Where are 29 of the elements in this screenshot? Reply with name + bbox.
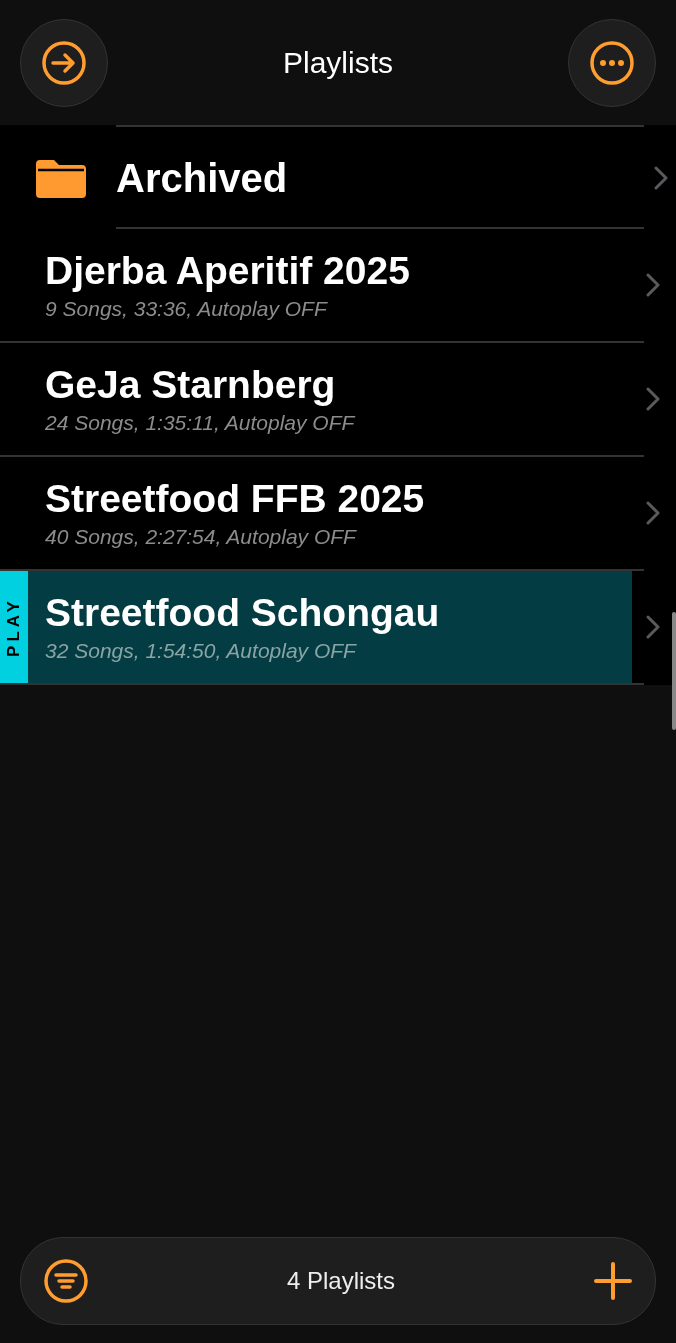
- add-icon: [593, 1261, 633, 1301]
- playlist-row[interactable]: GeJa Starnberg 24 Songs, 1:35:11, Autoplay OFF: [0, 343, 644, 455]
- playlist-name: Streetfood Schongau: [45, 591, 440, 635]
- playlist-name: Streetfood FFB 2025: [45, 477, 425, 521]
- chevron-icon: [654, 166, 668, 190]
- chevron-icon: [646, 615, 660, 639]
- chevron-icon: [646, 387, 660, 411]
- screen-title: Playlists: [283, 45, 393, 80]
- playlist-count: 4 Playlists: [286, 1267, 395, 1295]
- filter-icon: [43, 1258, 89, 1304]
- folder-row[interactable]: Archived: [0, 125, 676, 229]
- chevron-icon: [646, 501, 660, 525]
- more-icon: [589, 39, 635, 86]
- chevron-icon: [646, 273, 660, 297]
- folder-icon: [36, 158, 86, 198]
- play-tab[interactable]: PLAY: [0, 571, 28, 683]
- folder-label: Archived: [116, 155, 289, 201]
- playlist-details: 24 Songs, 1:35:11, Autoplay OFF: [45, 411, 355, 435]
- filter-button[interactable]: [43, 1258, 89, 1304]
- arrow-circle-icon: [41, 39, 87, 86]
- playlist-details: 32 Songs, 1:54:50, Autoplay OFF: [45, 639, 358, 663]
- playlist-row[interactable]: Djerba Aperitif 2025 9 Songs, 33:36, Autoplay OFF: [0, 229, 644, 341]
- playlist-name: Djerba Aperitif 2025: [45, 249, 410, 293]
- add-button[interactable]: [593, 1261, 633, 1301]
- playlist-row[interactable]: PLAY Streetfood Schongau 32 Songs, 1:54:50, Autoplay OFF: [0, 571, 632, 683]
- playlist-name: GeJa Starnberg: [45, 363, 337, 407]
- playlist-details: 40 Songs, 2:27:54, Autoplay OFF: [45, 525, 358, 549]
- playlist-row[interactable]: Streetfood FFB 2025 40 Songs, 2:27:54, Autoplay OFF: [0, 457, 644, 569]
- playlist-details: 9 Songs, 33:36, Autoplay OFF: [45, 297, 329, 321]
